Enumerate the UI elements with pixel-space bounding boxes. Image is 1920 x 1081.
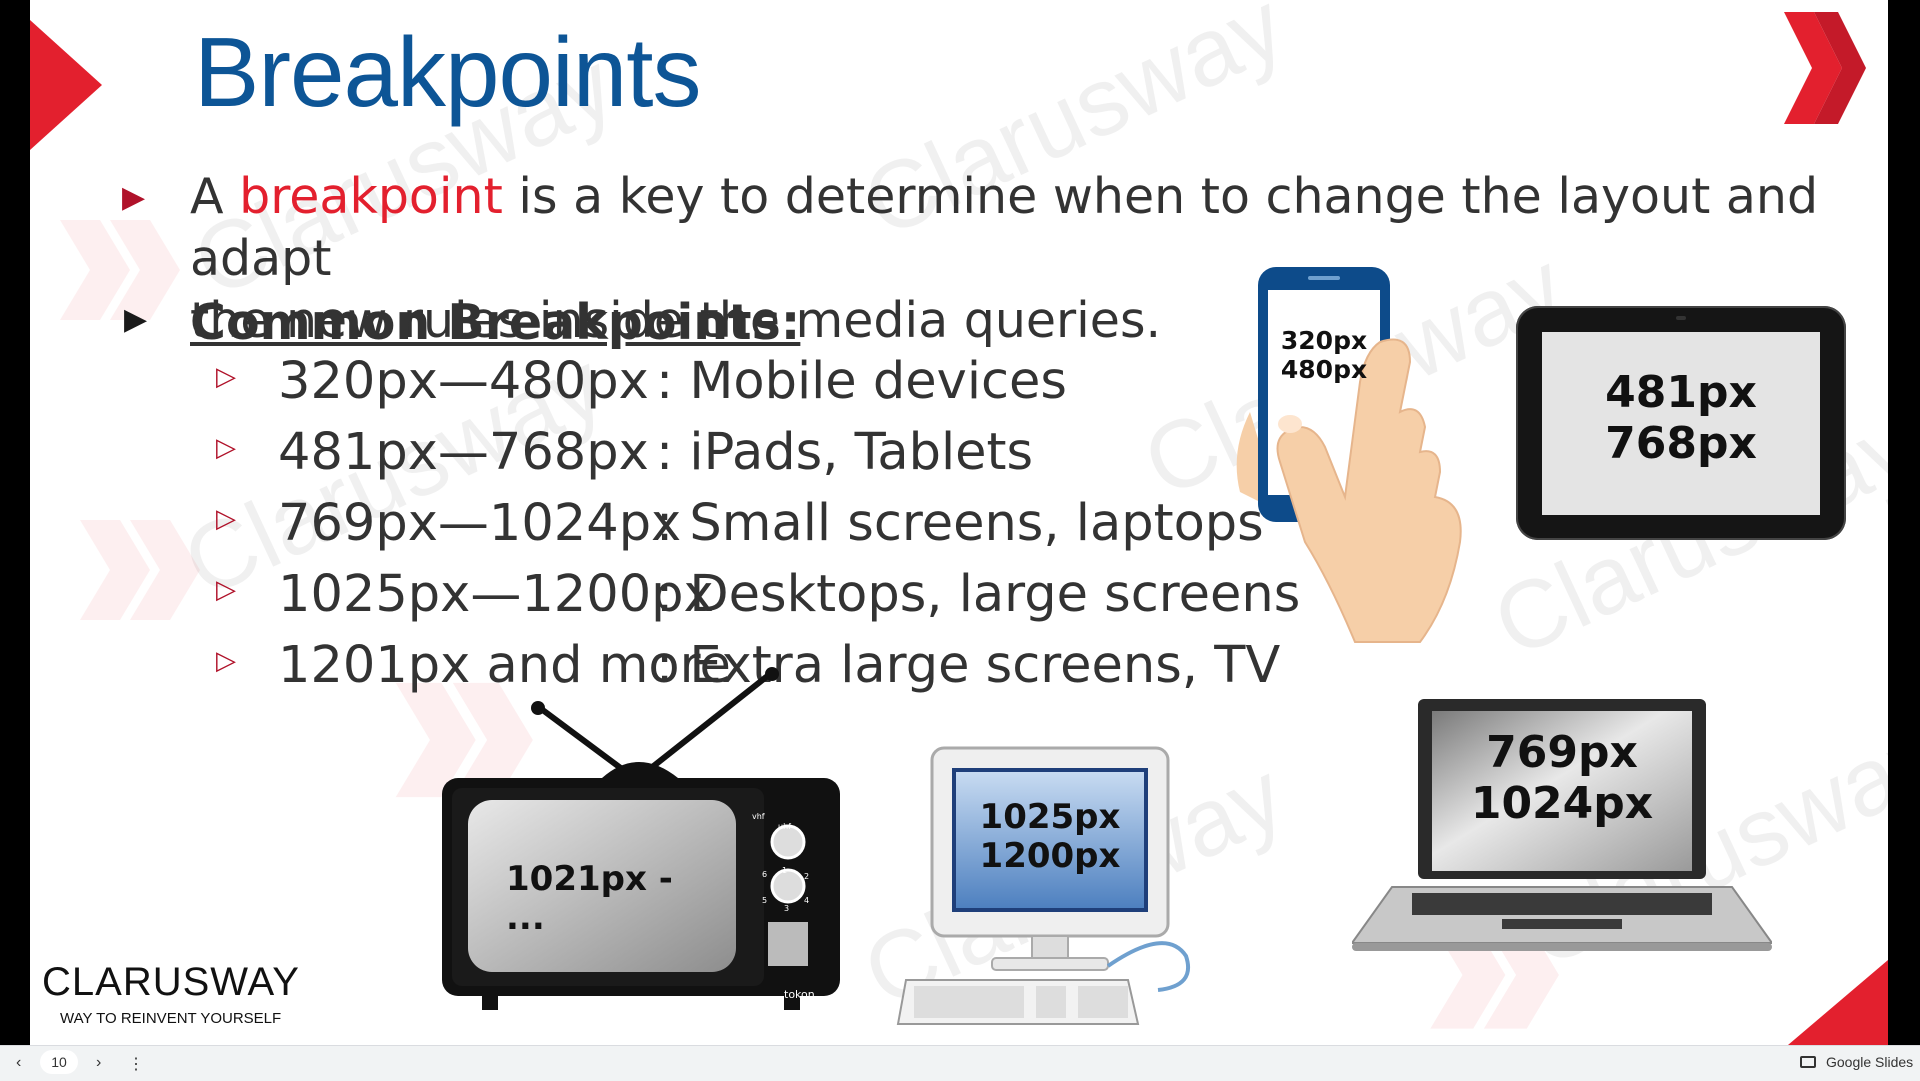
breakpoint-desc: : Mobile devices — [656, 352, 1067, 411]
sub-bullet-icon: ▷ — [216, 433, 236, 463]
breakpoint-range: 481px—768px — [278, 423, 649, 482]
desktop-illustration — [896, 746, 1190, 1025]
tv-knob-label: 6 — [762, 870, 768, 879]
chevron-right-icon[interactable]: › — [96, 1054, 101, 1072]
tablet-camera-icon — [1676, 316, 1686, 320]
tv-label-line: 1021px - — [506, 859, 673, 899]
breakpoint-desc: : iPads, Tablets — [656, 423, 1034, 482]
sub-bullet-icon: ▷ — [216, 575, 236, 605]
tablet-label-line: 481px — [1605, 367, 1757, 418]
breakpoint-range: 320px—480px — [278, 352, 649, 411]
desktop-label: 1025px 1200px — [954, 797, 1146, 877]
tv-knob-label-vhf: vhf — [752, 812, 765, 821]
tv-illustration — [442, 667, 840, 1010]
tv-brand: tokon — [784, 988, 815, 1001]
watermark-logo-icon — [80, 520, 200, 620]
tv-knob-label: 5 — [762, 896, 768, 905]
common-breakpoints-heading: Common Breakpoints: — [190, 294, 801, 351]
brand-tagline: WAY TO REINVENT YOURSELF — [60, 1010, 282, 1027]
google-slides-label[interactable]: Google Slides — [1826, 1054, 1913, 1070]
desktop-label-line: 1200px — [979, 836, 1121, 877]
tv-knob-label-uhf: uhf — [778, 822, 791, 831]
chevron-left-icon[interactable]: ‹ — [16, 1054, 21, 1072]
laptop-label-line: 769px — [1486, 727, 1638, 778]
sub-bullet-icon: ▷ — [216, 504, 236, 534]
phone-label-line: 480px — [1280, 354, 1368, 384]
breakpoint-range: 769px—1024px — [278, 494, 682, 553]
phone-hand-illustration — [1236, 267, 1462, 643]
tablet-label: 481px 768px — [1542, 367, 1820, 469]
page-title: Breakpoints — [194, 17, 702, 127]
tv-knob-label: 1 — [782, 866, 788, 875]
breakpoint-desc: : Small screens, laptops — [656, 494, 1264, 553]
sub-bullet-icon: ▷ — [216, 362, 236, 392]
bullet-icon: ▶ — [122, 180, 146, 215]
logo-chevron-icon — [1784, 12, 1866, 124]
tv-label: 1021px - ... — [506, 859, 696, 939]
tv-knob-label: 2 — [804, 872, 810, 881]
page-number-field[interactable]: 10 — [40, 1050, 78, 1074]
tv-label-line: ... — [506, 898, 545, 939]
breakpoint-range: 1025px—1200px — [278, 565, 714, 624]
bullet-icon: ▶ — [124, 302, 148, 337]
brand-name: CLARUSWAY — [42, 960, 300, 1004]
corner-triangle-icon — [1788, 960, 1888, 1045]
tablet-label-line: 768px — [1605, 417, 1757, 469]
breakpoint-desc: : Desktops, large screens — [656, 565, 1301, 624]
tv-knob-label: 3 — [784, 904, 790, 913]
tv-knob-label: 4 — [804, 896, 810, 905]
more-vert-icon[interactable]: ⋮ — [128, 1054, 144, 1074]
phone-label: 320px 480px — [1268, 326, 1380, 385]
sub-bullet-icon: ▷ — [216, 646, 236, 676]
phone-label-line: 320px — [1280, 326, 1368, 355]
corner-triangle-icon — [30, 20, 102, 150]
desktop-label-line: 1025px — [979, 797, 1121, 837]
highlight-term: breakpoint — [239, 168, 503, 225]
laptop-label-line: 1024px — [1470, 777, 1654, 829]
slide: Clarusway Clarusway Clarusway Clarusway … — [30, 0, 1888, 1045]
laptop-label: 769px 1024px — [1432, 727, 1692, 829]
slides-icon — [1800, 1056, 1816, 1068]
slides-bottom-bar: ‹ 10 › ⋮ Google Slides — [0, 1045, 1920, 1081]
bullet-prefix: A — [190, 168, 240, 225]
